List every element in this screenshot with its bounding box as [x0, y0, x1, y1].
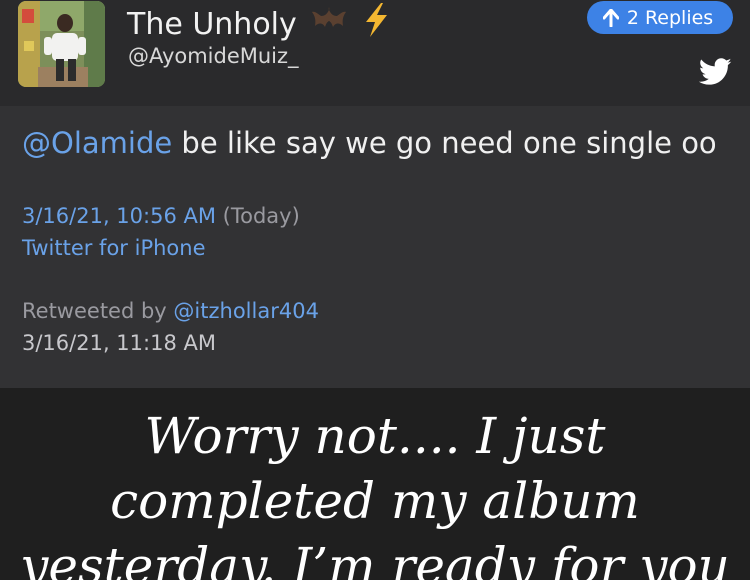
profile-photo: [18, 1, 105, 87]
tweet-timestamp-row: 3/16/21, 10:56 AM (Today): [22, 204, 300, 228]
tweet-header: The Unholy @AyomideMuiz_ 2 Replies: [0, 0, 750, 106]
retweet-timestamp: 3/16/21, 11:18 AM: [22, 331, 216, 355]
mention-link[interactable]: @Olamide: [22, 126, 172, 160]
arrow-up-icon: [602, 8, 619, 27]
replies-button[interactable]: 2 Replies: [587, 1, 733, 34]
avatar[interactable]: [18, 1, 105, 87]
display-name: The Unholy: [127, 6, 297, 42]
twitter-bird-icon[interactable]: [699, 58, 732, 86]
caption-line-2: completed my album: [110, 472, 640, 530]
retweeted-by-handle[interactable]: @itzhollar404: [173, 299, 319, 323]
caption-line-1: Worry not.... I just: [144, 407, 606, 465]
retweeted-by-label: Retweeted by: [22, 299, 174, 323]
tweet-source[interactable]: Twitter for iPhone: [22, 236, 206, 260]
user-handle[interactable]: @AyomideMuiz_: [128, 44, 299, 68]
caption-line-3: yesterday. I’m ready for you: [20, 537, 730, 580]
story-caption-area: Worry not.... I just completed my album …: [0, 388, 750, 580]
screenshot: The Unholy @AyomideMuiz_ 2 Replies @Olam…: [0, 0, 750, 580]
bat-icon: [311, 2, 347, 46]
tweet-body: @Olamide be like say we go need one sing…: [0, 106, 750, 388]
replies-label: 2 Replies: [626, 6, 714, 29]
tweet-text: @Olamide be like say we go need one sing…: [22, 126, 717, 160]
display-name-row: The Unholy: [127, 2, 391, 46]
story-caption: Worry not.... I just completed my album …: [0, 404, 750, 580]
timestamp-note: (Today): [222, 204, 300, 228]
tweet-text-content: be like say we go need one single oo: [172, 126, 717, 160]
lightning-icon: [361, 2, 391, 46]
retweet-info: Retweeted by @itzhollar404: [22, 299, 319, 323]
tweet-timestamp[interactable]: 3/16/21, 10:56 AM: [22, 204, 216, 228]
